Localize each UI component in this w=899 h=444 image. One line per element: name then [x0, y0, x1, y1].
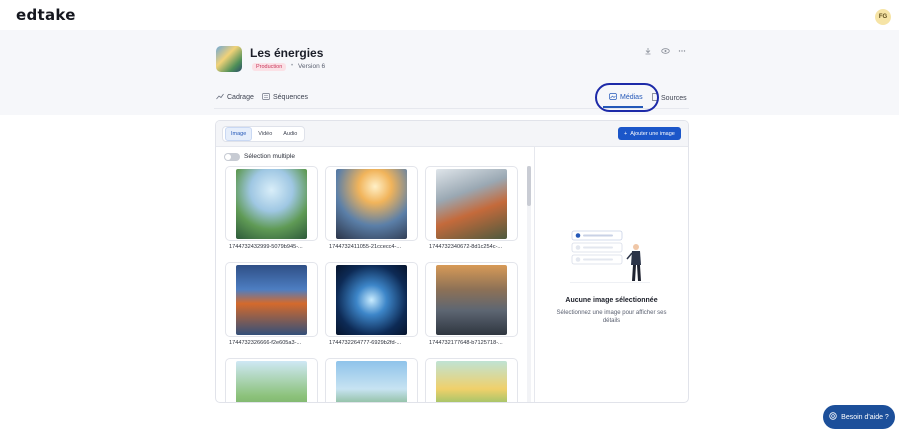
status-badge: Production — [252, 63, 287, 71]
more-icon[interactable] — [678, 47, 686, 57]
image-card[interactable] — [225, 358, 318, 402]
panel-divider — [534, 147, 535, 402]
segment-image[interactable]: Image — [225, 127, 253, 141]
add-image-button[interactable]: + Ajouter une image — [618, 127, 681, 140]
image-thumbnail — [236, 169, 307, 239]
meta-separator: • — [291, 63, 294, 69]
highlight-annotation — [595, 83, 659, 112]
tab-cadrage[interactable]: Cadrage — [216, 93, 254, 102]
help-icon — [829, 412, 837, 422]
media-toolbar: Image Vidéo Audio + Ajouter une image — [216, 121, 688, 147]
eye-icon[interactable] — [661, 47, 670, 57]
empty-state-illustration — [570, 229, 650, 285]
page-title: Les énergies — [250, 46, 324, 60]
image-card[interactable] — [425, 262, 518, 337]
project-header — [0, 30, 899, 115]
image-thumbnail — [436, 265, 507, 335]
image-card[interactable] — [225, 166, 318, 241]
list-icon — [262, 93, 270, 102]
image-card[interactable] — [425, 166, 518, 241]
plus-icon: + — [624, 130, 628, 137]
multi-select-toggle[interactable] — [224, 153, 240, 161]
file-name: 1744732264777-6929b2fd-... — [329, 340, 402, 346]
image-thumbnail — [436, 361, 507, 402]
app-logo[interactable]: edtake — [16, 6, 76, 24]
project-thumbnail — [216, 46, 242, 72]
help-button[interactable]: Besoin d'aide ? — [823, 405, 895, 429]
top-bar: edtake FG — [0, 0, 899, 30]
file-name: 1744732411055-21ccecc4-... — [329, 244, 402, 250]
download-icon[interactable] — [644, 47, 652, 57]
user-avatar[interactable]: FG — [875, 9, 891, 25]
media-panel: Image Vidéo Audio + Ajouter une image Sé… — [215, 120, 689, 403]
image-thumbnail — [336, 169, 407, 239]
image-thumbnail — [236, 265, 307, 335]
tab-label: Sources — [661, 94, 687, 102]
image-card[interactable] — [225, 262, 318, 337]
grid-scrollbar-thumb[interactable] — [527, 166, 531, 206]
image-card[interactable] — [425, 358, 518, 402]
empty-state-description: Sélectionnez une image pour afficher ses… — [556, 310, 667, 324]
segment-audio[interactable]: Audio — [278, 128, 302, 140]
image-card[interactable] — [325, 358, 418, 402]
file-name: 1744732326666-f2e605a3-... — [229, 340, 302, 346]
add-image-label: Ajouter une image — [630, 130, 675, 137]
segment-video[interactable]: Vidéo — [253, 128, 277, 140]
image-card[interactable] — [325, 166, 418, 241]
file-name: 1744732340672-8d1c254c-... — [429, 244, 503, 250]
help-label: Besoin d'aide ? — [841, 413, 889, 421]
trend-icon — [216, 93, 224, 102]
image-thumbnail — [236, 361, 307, 402]
image-thumbnail — [336, 361, 407, 402]
image-thumbnail — [436, 169, 507, 239]
image-card[interactable] — [325, 262, 418, 337]
image-thumbnail — [336, 265, 407, 335]
version-label: Version 6 — [298, 63, 326, 70]
tab-sequences[interactable]: Séquences — [262, 93, 308, 102]
media-type-switcher: Image Vidéo Audio — [222, 126, 306, 142]
multi-select-label: Sélection multiple — [244, 153, 295, 160]
file-name: 1744732432999-5079b945-... — [229, 244, 303, 250]
tab-label: Séquences — [273, 94, 309, 101]
file-name: 1744732177648-b7125718-... — [429, 340, 503, 346]
tab-label: Cadrage — [227, 94, 254, 101]
empty-state-title: Aucune image sélectionnée — [565, 297, 658, 304]
